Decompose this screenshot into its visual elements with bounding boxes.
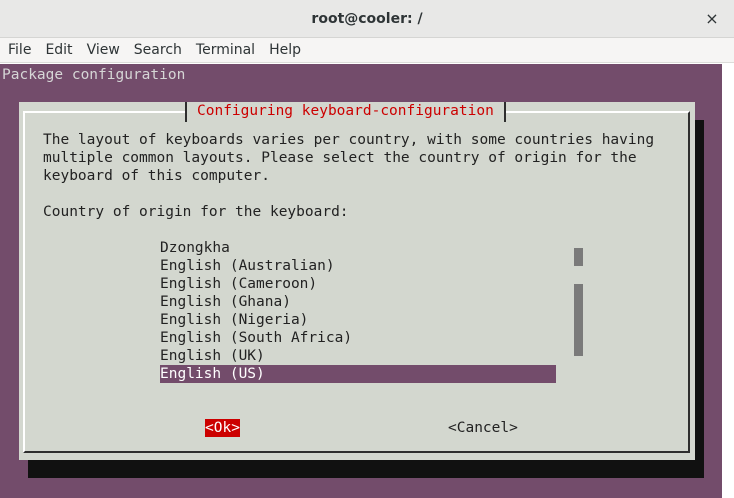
list-item[interactable]: English (Australian) [160,257,556,275]
package-config-header: Package configuration [2,67,186,83]
list-scroll-thumb[interactable] [574,284,583,356]
dialog-description: The layout of keyboards varies per count… [43,132,655,184]
list-scroll-indicator[interactable] [574,248,583,266]
dialog-title: Configuring keyboard-configuration [185,102,506,122]
terminal-area[interactable]: Package configuration The layout of keyb… [0,64,734,498]
list-item[interactable]: English (Ghana) [160,293,556,311]
menubar: File Edit View Search Terminal Help [0,38,734,63]
list-item[interactable]: English (Cameroon) [160,275,556,293]
window-titlebar: root@cooler: / × [0,0,734,38]
window-title: root@cooler: / [311,11,423,27]
list-item[interactable]: English (South Africa) [160,329,556,347]
list-item-selected[interactable]: English (US) [160,365,556,383]
menu-file[interactable]: File [1,38,38,62]
ok-button[interactable]: <Ok> [205,419,240,437]
list-item[interactable]: English (Nigeria) [160,311,556,329]
menu-view[interactable]: View [80,38,127,62]
cancel-button[interactable]: <Cancel> [448,419,518,437]
menu-help[interactable]: Help [262,38,308,62]
config-dialog: The layout of keyboards varies per count… [19,102,695,460]
dialog-frame: The layout of keyboards varies per count… [23,111,690,453]
menu-search[interactable]: Search [127,38,189,62]
dialog-prompt: Country of origin for the keyboard: [43,204,349,220]
list-item[interactable]: Dzongkha [160,239,556,257]
terminal-scrollbar[interactable] [722,64,734,498]
menu-edit[interactable]: Edit [38,38,79,62]
list-item[interactable]: English (UK) [160,347,556,365]
country-list[interactable]: Dzongkha English (Australian) English (C… [160,239,556,383]
close-icon[interactable]: × [700,7,724,31]
menu-terminal[interactable]: Terminal [189,38,262,62]
